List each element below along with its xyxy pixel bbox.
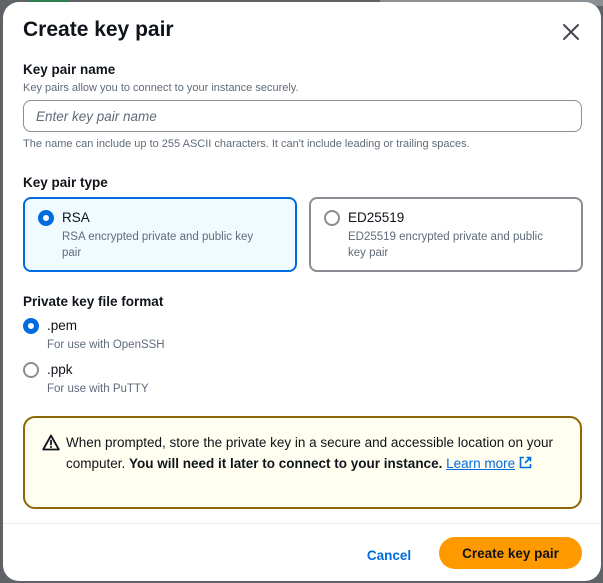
option-description-line: ED25519 encrypted private and public <box>348 231 543 243</box>
learn-more-label: Learn more <box>446 456 516 471</box>
option-title: .ppk <box>47 362 73 377</box>
key-type-tile-ed25519[interactable]: ED25519 ED25519 encrypted private and pu… <box>309 197 583 272</box>
key-type-tile-rsa[interactable]: RSA RSA encrypted private and public key… <box>23 197 297 272</box>
key-pair-name-description: Key pairs allow you to connect to your i… <box>23 82 299 94</box>
key-pair-name-label: Key pair name <box>23 62 116 77</box>
option-title: ED25519 <box>348 210 405 225</box>
warning-icon <box>42 434 60 451</box>
modal-title: Create key pair <box>23 18 174 41</box>
warning-bold-text: You will need it later to connect to you… <box>129 456 443 471</box>
footer-divider <box>3 523 601 524</box>
option-title: .pem <box>47 318 78 333</box>
key-pair-name-input[interactable] <box>23 100 582 132</box>
option-title: RSA <box>62 210 90 225</box>
option-description: For use with OpenSSH <box>47 339 165 351</box>
option-description: ED25519 encrypted private and public key… <box>348 229 543 261</box>
option-description-line: RSA encrypted private and public key <box>62 231 254 243</box>
warning-alert: When prompted, store the private key in … <box>23 416 582 509</box>
key-pair-name-constraint: The name can include up to 255 ASCII cha… <box>23 138 470 150</box>
create-key-pair-modal: Create key pair Key pair name Key pairs … <box>3 2 601 581</box>
option-description-line: key pair <box>348 247 389 259</box>
learn-more-link[interactable]: Learn more <box>446 456 532 471</box>
key-pair-type-label: Key pair type <box>23 175 108 190</box>
cancel-button[interactable]: Cancel <box>351 540 427 570</box>
radio-ppk[interactable] <box>23 362 39 378</box>
radio-pem[interactable] <box>23 318 39 334</box>
close-icon <box>563 24 579 40</box>
option-description: For use with PuTTY <box>47 383 149 395</box>
file-format-label: Private key file format <box>23 294 164 309</box>
radio-rsa[interactable] <box>38 210 54 226</box>
external-link-icon <box>519 456 532 469</box>
close-button[interactable] <box>559 20 583 44</box>
warning-message: When prompted, store the private key in … <box>66 432 556 474</box>
option-description-line: pair <box>62 247 82 259</box>
option-description: RSA encrypted private and public key pai… <box>62 229 253 261</box>
radio-ed25519[interactable] <box>324 210 340 226</box>
create-key-pair-button[interactable]: Create key pair <box>439 537 582 569</box>
